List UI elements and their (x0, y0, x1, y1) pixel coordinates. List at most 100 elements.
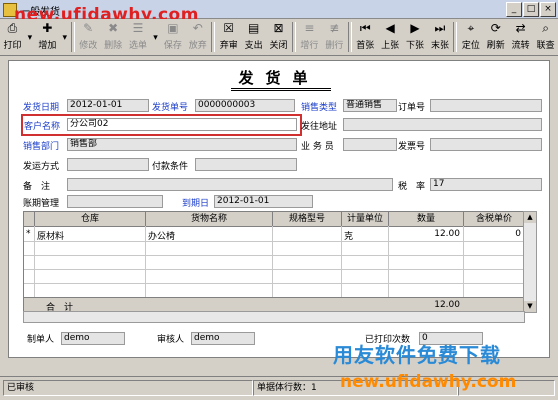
col-header-warehouse[interactable]: 仓库 (35, 212, 146, 227)
toolbar-button-7[interactable]: ☒ 弃审 (216, 19, 241, 55)
toolbar-button-1[interactable]: ✚ 增加 (35, 19, 60, 55)
first-icon: ⏮ (359, 21, 371, 35)
cell-unit[interactable]: 克 (344, 229, 353, 242)
invoice-no-label: 发票号 (398, 142, 426, 152)
ship-date-field[interactable]: 2012-01-01 (67, 99, 149, 112)
toolbar-label: 末张 (430, 41, 449, 51)
scroll-down-icon[interactable]: ▼ (524, 301, 536, 312)
toolbar-separator (211, 22, 216, 52)
staff-label: 业 务 员 (301, 142, 334, 152)
maker-label: 制单人 (27, 335, 55, 345)
grid-corner (24, 212, 35, 227)
watermark-url: new.ufidawhy.com (340, 372, 517, 392)
due-date-label: 到期日 (182, 199, 210, 209)
locate-icon: ⌖ (467, 21, 475, 35)
customer-field[interactable]: 分公司02 (67, 118, 297, 131)
query-icon: ⌕ (542, 21, 549, 35)
period-field[interactable] (67, 195, 163, 208)
toolbar-button-4[interactable]: ☰ 选单 (126, 19, 151, 55)
toolbar-separator (453, 22, 458, 52)
sale-type-label: 销售类型 (301, 103, 338, 113)
toolbar-button-5[interactable]: ▣ 保存 (160, 19, 185, 55)
toolbar-label: 保存 (163, 41, 182, 51)
toolbar-button-9[interactable]: ⊠ 关闭 (266, 19, 291, 55)
pay-terms-field[interactable] (195, 158, 297, 171)
discard-icon: ↶ (192, 21, 203, 35)
toolbar-button-17[interactable]: ⟳ 刷新 (483, 19, 508, 55)
minimize-icon[interactable]: _ (506, 2, 522, 17)
col-header-item[interactable]: 货物名称 (146, 212, 273, 227)
toolbar-label: 上张 (381, 41, 400, 51)
flow-icon: ⇄ (515, 21, 526, 35)
toolbar-button-14[interactable]: ▶ 下张 (403, 19, 428, 55)
toolbar-button-19[interactable]: ⌕ 联查 (533, 19, 558, 55)
toolbar-button-10[interactable]: ≡ 增行 (297, 19, 322, 55)
toolbar-label: 增加 (38, 41, 57, 51)
scroll-up-icon[interactable]: ▲ (524, 212, 536, 223)
row-marker: * (26, 229, 31, 239)
toolbar-button-0[interactable]: ⎙ 打印 (0, 19, 25, 55)
dropdown-arrow-icon[interactable]: ▾ (60, 19, 70, 55)
ship-address-label: 发往地址 (301, 122, 338, 132)
expense-icon: ▤ (247, 21, 260, 35)
toolbar-button-2[interactable]: ✎ 修改 (76, 19, 101, 55)
toolbar-label: 打印 (3, 41, 22, 51)
cell-warehouse[interactable]: 原材料 (37, 229, 64, 242)
cell-qty[interactable]: 12.00 (434, 229, 460, 239)
toolbar-label: 增行 (300, 41, 319, 51)
col-header-unit[interactable]: 计量单位 (342, 212, 389, 227)
toolbar-button-16[interactable]: ⌖ 定位 (458, 19, 483, 55)
toolbar-label: 关闭 (269, 41, 288, 51)
toolbar-label: 弃审 (219, 41, 238, 51)
next-icon: ▶ (410, 21, 420, 35)
close-doc-icon: ⊠ (273, 21, 284, 35)
toolbar-button-3[interactable]: ✖ 删除 (101, 19, 126, 55)
grid-vertical-scrollbar[interactable]: ▲ ▼ (523, 211, 537, 313)
last-icon: ⏭ (434, 21, 446, 35)
remark-field[interactable] (67, 178, 393, 191)
toolbar-button-6[interactable]: ↶ 放弃 (185, 19, 210, 55)
cell-item[interactable]: 办公椅 (148, 229, 175, 242)
select-icon: ☰ (132, 21, 144, 35)
ship-no-field[interactable]: 0000000003 (195, 99, 295, 112)
tax-rate-field[interactable]: 17 (430, 178, 542, 191)
cell-price[interactable]: 0 (515, 229, 521, 239)
sale-type-field[interactable]: 普通销售 (343, 99, 397, 112)
detail-grid[interactable]: 仓库 货物名称 规格型号 计量单位 数量 含税单价 * 原材料 办公椅 克 12… (23, 211, 525, 313)
delete-icon: ✖ (108, 21, 119, 35)
maximize-icon[interactable]: □ (523, 2, 539, 17)
toolbar-button-13[interactable]: ◀ 上张 (378, 19, 403, 55)
form-title: 发货单 (238, 69, 320, 87)
ship-method-field[interactable] (67, 158, 149, 171)
refresh-icon: ⟳ (490, 21, 501, 35)
due-date-field[interactable]: 2012-01-01 (214, 195, 313, 208)
grid-horizontal-scrollbar[interactable] (23, 311, 525, 323)
toolbar-separator (70, 22, 75, 52)
order-no-label: 订单号 (398, 103, 426, 113)
total-qty: 12.00 (434, 300, 460, 310)
order-no-field[interactable] (430, 99, 542, 112)
invoice-no-field[interactable] (430, 138, 542, 151)
toolbar-button-12[interactable]: ⏮ 首张 (353, 19, 378, 55)
dropdown-arrow-icon[interactable]: ▾ (25, 19, 35, 55)
ship-no-label: 发货单号 (152, 103, 189, 113)
save-icon: ▣ (167, 21, 179, 35)
toolbar-button-11[interactable]: ≢ 删行 (322, 19, 347, 55)
period-label: 账期管理 (23, 199, 60, 209)
ship-address-field[interactable] (343, 118, 542, 131)
printer-icon: ⎙ (7, 21, 18, 35)
dept-field[interactable]: 销售部 (67, 138, 297, 151)
toolbar-label: 流转 (511, 41, 530, 51)
col-header-price[interactable]: 含税单价 (464, 212, 524, 227)
col-header-spec[interactable]: 规格型号 (273, 212, 342, 227)
toolbar-button-15[interactable]: ⏭ 末张 (428, 19, 453, 55)
prev-icon: ◀ (385, 21, 395, 35)
close-icon[interactable]: × (540, 2, 556, 17)
dropdown-arrow-icon[interactable]: ▾ (150, 19, 160, 55)
staff-field[interactable] (343, 138, 397, 151)
unapprove-icon: ☒ (223, 21, 235, 35)
col-header-qty[interactable]: 数量 (389, 212, 464, 227)
toolbar-button-8[interactable]: ▤ 支出 (241, 19, 266, 55)
toolbar-button-18[interactable]: ⇄ 流转 (508, 19, 533, 55)
add-row-icon: ≡ (304, 21, 315, 35)
